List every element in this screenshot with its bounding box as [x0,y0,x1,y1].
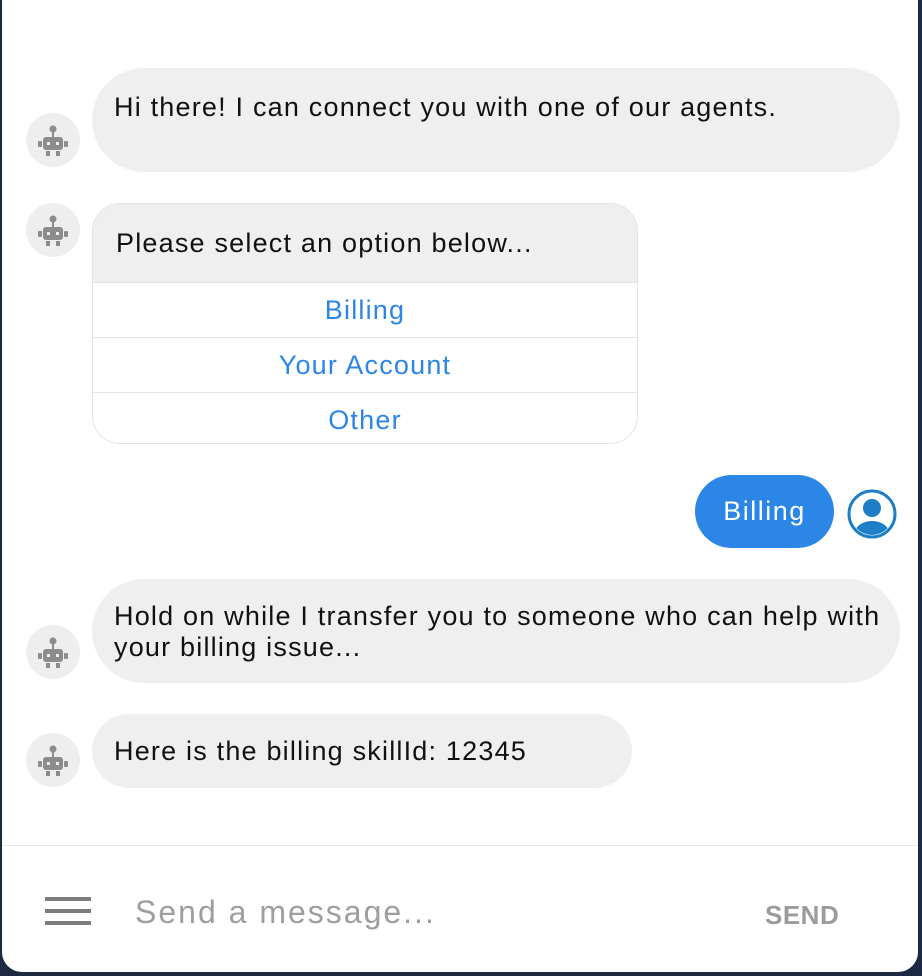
option-your-account[interactable]: Your Account [93,337,637,392]
bot-message: Here is the billing skillId: 12345 [92,714,632,788]
bot-message: Hold on while I transfer you to someone … [92,579,900,683]
send-button[interactable]: SEND [765,900,855,934]
bot-message: Hi there! I can connect you with one of … [92,68,900,172]
bot-avatar [26,733,80,787]
option-other[interactable]: Other [93,392,637,443]
options-card: Please select an option below... Billing… [92,203,638,444]
message-input[interactable]: Send a message... [135,894,695,934]
robot-icon [38,125,68,156]
user-message-text: Billing [723,496,806,526]
bot-message-text: Here is the billing skillId: 12345 [114,736,527,766]
chat-window: Hi there! I can connect you with one of … [0,0,920,974]
send-button-label: SEND [765,900,840,930]
bot-message-text: Hi there! I can connect you with one of … [114,92,778,122]
bot-avatar [26,113,80,167]
robot-icon [38,215,68,246]
menu-button[interactable] [45,897,91,929]
bot-avatar [26,625,80,679]
composer-divider [2,845,918,846]
robot-icon [38,637,68,668]
user-message: Billing [695,475,834,548]
message-input-placeholder: Send a message... [135,894,436,930]
robot-icon [38,745,68,776]
hamburger-menu-icon [45,897,91,925]
options-prompt: Please select an option below... [93,204,637,282]
user-avatar [847,489,897,539]
bot-message-text: Hold on while I transfer you to someone … [114,601,881,662]
bot-avatar [26,203,80,257]
user-avatar-icon [847,489,897,539]
option-billing[interactable]: Billing [93,282,637,337]
